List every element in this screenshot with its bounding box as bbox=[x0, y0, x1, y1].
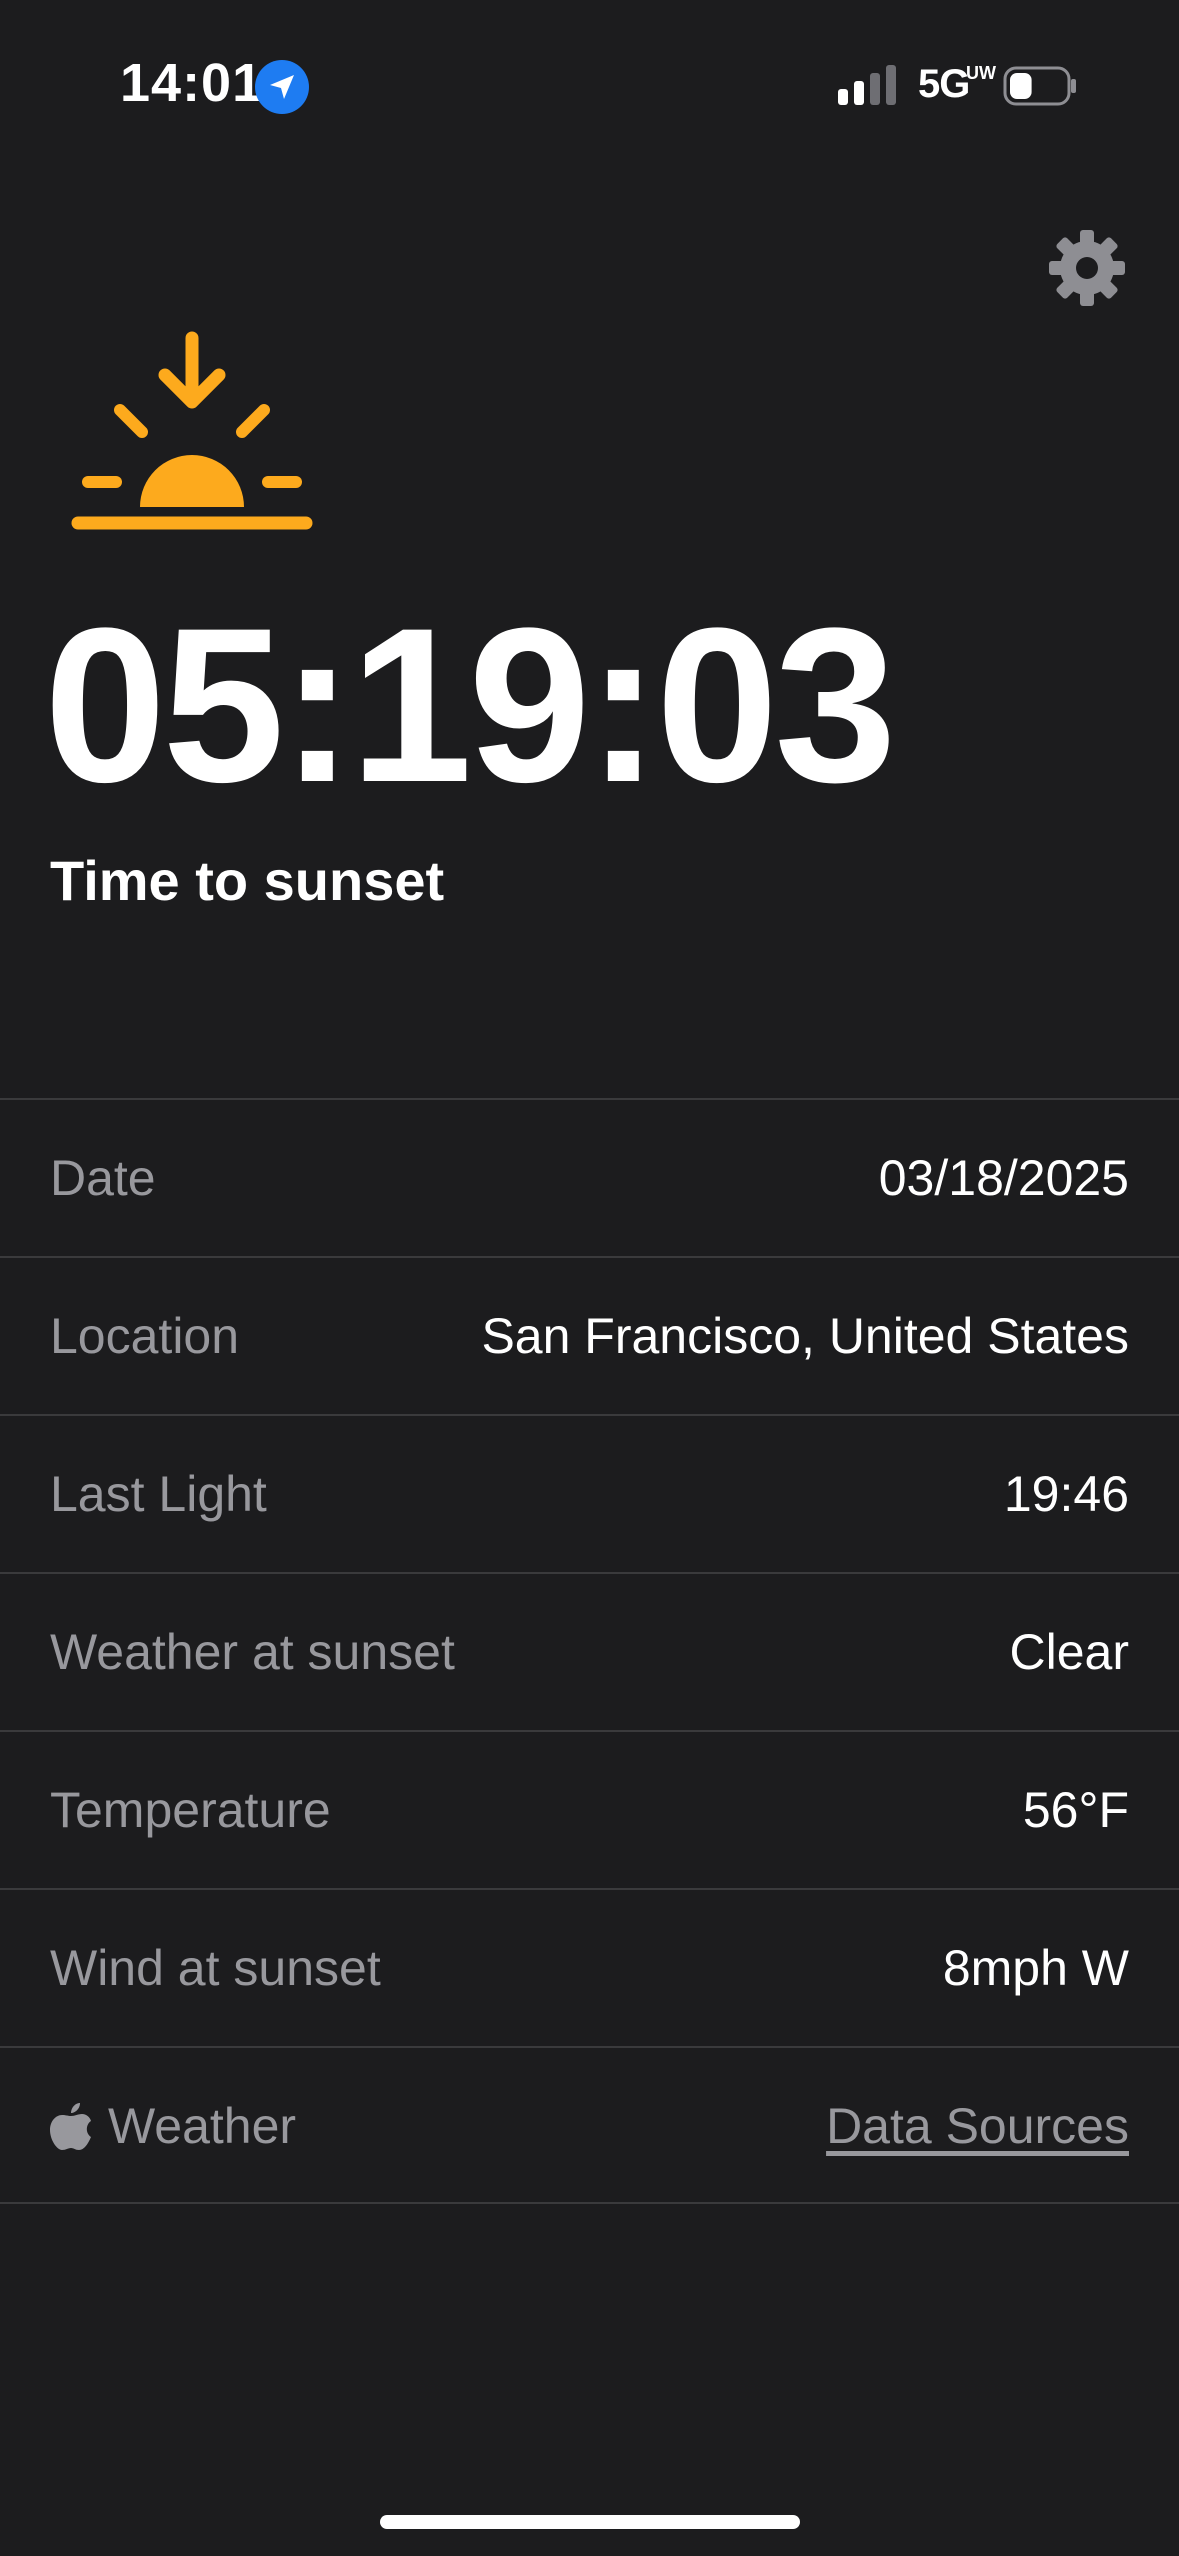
detail-label: Location bbox=[50, 1308, 240, 1364]
detail-label: Wind at sunset bbox=[50, 1940, 381, 1996]
detail-row-last-light: Last Light 19:46 bbox=[0, 1414, 1179, 1572]
cellular-signal-icon bbox=[838, 65, 896, 105]
detail-label: Temperature bbox=[50, 1782, 331, 1838]
gear-icon[interactable] bbox=[1048, 229, 1126, 307]
sunset-countdown: 05:19:03 bbox=[44, 582, 897, 828]
detail-row-date: Date 03/18/2025 bbox=[0, 1098, 1179, 1256]
detail-label: Date bbox=[50, 1150, 156, 1206]
detail-row-weather: Weather at sunset Clear bbox=[0, 1572, 1179, 1730]
location-arrow-icon bbox=[255, 60, 309, 114]
detail-row-wind: Wind at sunset 8mph W bbox=[0, 1888, 1179, 2046]
home-indicator[interactable] bbox=[380, 2515, 800, 2529]
sunset-icon bbox=[71, 331, 313, 530]
detail-value: Clear bbox=[1009, 1624, 1129, 1680]
details-list: Date 03/18/2025 Location San Francisco, … bbox=[0, 1098, 1179, 2204]
detail-value: 19:46 bbox=[1003, 1466, 1129, 1522]
detail-label: Last Light bbox=[50, 1466, 267, 1522]
detail-value: 03/18/2025 bbox=[878, 1150, 1129, 1206]
status-bar: 14:01 5G UW bbox=[0, 0, 1179, 170]
detail-row-location: Location San Francisco, United States bbox=[0, 1256, 1179, 1414]
detail-value: 56°F bbox=[1022, 1782, 1129, 1838]
detail-value: 8mph W bbox=[942, 1940, 1129, 1996]
status-time: 14:01 bbox=[120, 53, 264, 113]
battery-icon bbox=[1003, 66, 1076, 106]
network-suffix: UW bbox=[966, 63, 996, 83]
detail-label: Weather at sunset bbox=[50, 1624, 455, 1680]
data-sources-link[interactable]: Data Sources bbox=[826, 2048, 1129, 2204]
weather-brand-label: Weather bbox=[108, 2098, 297, 2154]
detail-row-temperature: Temperature 56°F bbox=[0, 1730, 1179, 1888]
network-type: 5G bbox=[918, 62, 970, 106]
apple-icon bbox=[50, 2103, 91, 2150]
countdown-caption: Time to sunset bbox=[50, 849, 445, 912]
detail-value: San Francisco, United States bbox=[481, 1308, 1129, 1364]
attribution-row: Weather Data Sources bbox=[0, 2046, 1179, 2204]
